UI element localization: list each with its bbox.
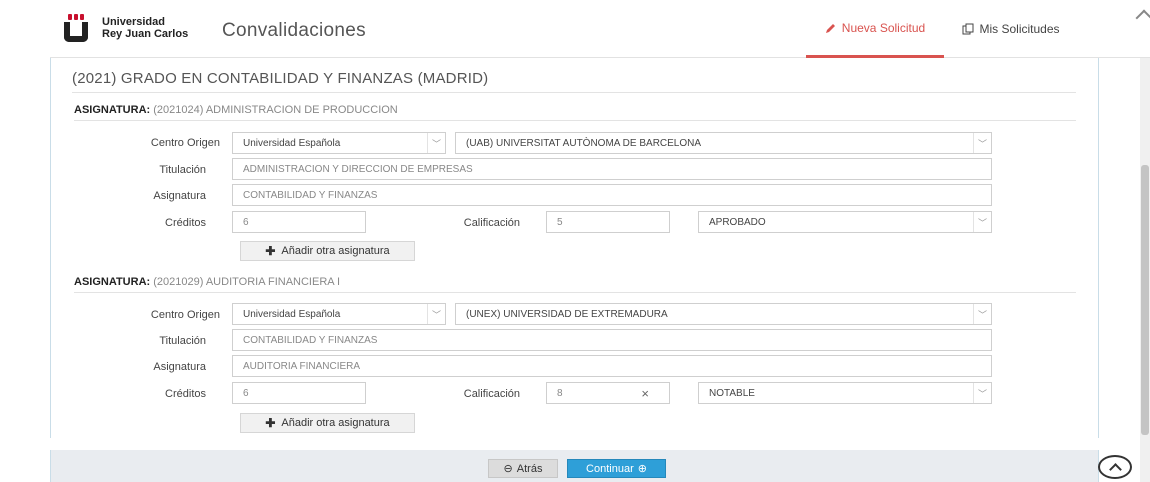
asignatura-label: Asignatura [153, 361, 206, 373]
tab-mis-solicitudes[interactable]: Mis Solicitudes [944, 0, 1078, 58]
titulacion-value: ADMINISTRACION Y DIRECCION DE EMPRESAS [243, 163, 473, 175]
back-button[interactable]: ⊖ Atrás [488, 459, 558, 478]
asignatura-input[interactable]: AUDITORIA FINANCIERA [232, 355, 992, 377]
tab-nueva-solicitud-label: Nueva Solicitud [841, 20, 926, 35]
nota-select[interactable]: NOTABLE ﹀ [698, 382, 992, 404]
creditos-label: Créditos [165, 388, 206, 400]
universidad-value: (UAB) UNIVERSITAT AUTÒNOMA DE BARCELONA [466, 137, 702, 149]
scrollbar-thumb[interactable] [1141, 165, 1149, 435]
calificacion-value: 5 [557, 216, 563, 228]
arrow-right-circle-icon: ⊕ [637, 463, 647, 475]
titulacion-input[interactable]: CONTABILIDAD Y FINANZAS [232, 329, 992, 351]
continue-button[interactable]: Continuar ⊕ [567, 459, 666, 478]
nota-value: NOTABLE [709, 387, 755, 399]
centro-origen-label: Centro Origen [150, 309, 220, 321]
nota-value: APROBADO [709, 216, 766, 228]
asignatura-prefix: ASIGNATURA: [74, 276, 151, 288]
chevron-down-icon: ﹀ [973, 383, 991, 403]
asignatura-value: AUDITORIA FINANCIERA [243, 360, 361, 372]
centro-tipo-select[interactable]: Universidad Española ﹀ [232, 132, 446, 154]
plus-icon: ✚ [265, 244, 276, 258]
creditos-input[interactable]: 6 [232, 382, 366, 404]
centro-tipo-select[interactable]: Universidad Española ﹀ [232, 303, 446, 325]
titulacion-label: Titulación [159, 164, 206, 176]
creditos-value: 6 [243, 387, 249, 399]
asignatura-heading: ASIGNATURA: (2021024) ADMINISTRACION DE … [74, 104, 398, 116]
tab-nueva-solicitud[interactable]: Nueva Solicitud [806, 0, 944, 58]
asignatura-input[interactable]: CONTABILIDAD Y FINANZAS [232, 184, 992, 206]
chevron-up-icon [1108, 462, 1122, 476]
clear-icon[interactable]: × [641, 386, 649, 401]
continue-button-label: Continuar [586, 462, 634, 475]
pencil-icon [825, 23, 835, 33]
universidad-select[interactable]: (UNEX) UNIVERSIDAD DE EXTREMADURA ﹀ [455, 303, 992, 325]
calificacion-value: 8 [557, 387, 563, 399]
creditos-input[interactable]: 6 [232, 211, 366, 233]
centro-origen-label: Centro Origen [150, 137, 220, 149]
chevron-down-icon: ﹀ [973, 133, 991, 153]
chevron-down-icon: ﹀ [973, 212, 991, 232]
university-name-line1: Universidad [102, 16, 165, 28]
asignatura-label: Asignatura [153, 190, 206, 202]
calificacion-input[interactable]: 5 [546, 211, 670, 233]
add-asignatura-label: Añadir otra asignatura [281, 417, 390, 429]
degree-title: (2021) GRADO EN CONTABILIDAD Y FINANZAS … [72, 70, 489, 87]
add-asignatura-button[interactable]: ✚ Añadir otra asignatura [240, 241, 415, 261]
creditos-label: Créditos [165, 217, 206, 229]
centro-tipo-value: Universidad Española [243, 308, 341, 320]
chevron-down-icon: ﹀ [973, 304, 991, 324]
scroll-top-button[interactable] [1098, 455, 1132, 479]
asignatura-code: (2021029) AUDITORIA FINANCIERA I [153, 276, 341, 288]
back-button-label: Atrás [516, 462, 543, 475]
asignatura-code: (2021024) ADMINISTRACION DE PRODUCCION [153, 104, 398, 116]
asignatura-heading: ASIGNATURA: (2021029) AUDITORIA FINANCIE… [74, 276, 340, 288]
arrow-left-circle-icon: ⊖ [503, 463, 513, 475]
tab-mis-solicitudes-label: Mis Solicitudes [979, 22, 1060, 36]
add-asignatura-button[interactable]: ✚ Añadir otra asignatura [240, 413, 415, 433]
plus-icon: ✚ [265, 416, 276, 430]
university-logo [64, 14, 88, 42]
asignatura-value: CONTABILIDAD Y FINANZAS [243, 189, 378, 201]
titulacion-value: CONTABILIDAD Y FINANZAS [243, 334, 378, 346]
calificacion-label: Calificación [463, 388, 520, 400]
copy-icon [962, 23, 974, 35]
divider [74, 292, 1076, 293]
titulacion-label: Titulación [159, 335, 206, 347]
chevron-down-icon: ﹀ [427, 304, 445, 324]
creditos-value: 6 [243, 216, 249, 228]
top-bar: Universidad Rey Juan Carlos Convalidacio… [50, 0, 1150, 58]
university-name: Universidad Rey Juan Carlos [102, 16, 188, 40]
app-title: Convalidaciones [222, 20, 366, 41]
calificacion-label: Calificación [463, 217, 520, 229]
centro-tipo-value: Universidad Española [243, 137, 341, 149]
titulacion-input[interactable]: ADMINISTRACION Y DIRECCION DE EMPRESAS [232, 158, 992, 180]
divider [74, 120, 1076, 121]
divider [72, 92, 1076, 93]
add-asignatura-label: Añadir otra asignatura [281, 245, 390, 257]
universidad-select[interactable]: (UAB) UNIVERSITAT AUTÒNOMA DE BARCELONA … [455, 132, 992, 154]
university-name-line2: Rey Juan Carlos [102, 28, 189, 40]
chevron-down-icon: ﹀ [427, 133, 445, 153]
calificacion-input[interactable]: 8 × [546, 382, 670, 404]
nota-select[interactable]: APROBADO ﹀ [698, 211, 992, 233]
universidad-value: (UNEX) UNIVERSIDAD DE EXTREMADURA [466, 308, 668, 320]
asignatura-prefix: ASIGNATURA: [74, 104, 151, 116]
